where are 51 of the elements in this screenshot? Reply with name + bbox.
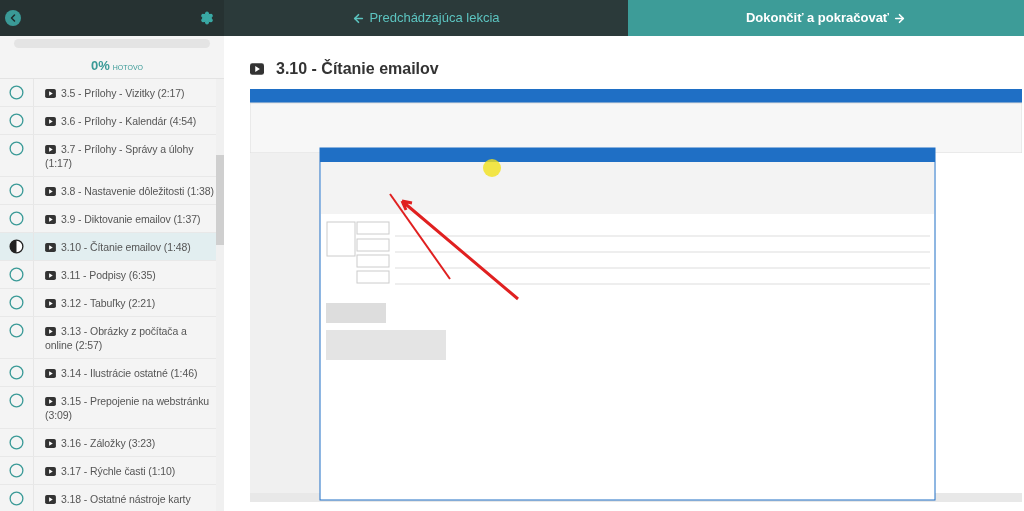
lesson-item[interactable]: 3.9 - Diktovanie emailov (1:37): [0, 205, 216, 233]
video-icon: [45, 214, 56, 224]
lesson-item[interactable]: 3.13 - Obrázky z počítača a online (2:57): [0, 317, 216, 359]
lesson-item[interactable]: 3.12 - Tabuľky (2:21): [0, 289, 216, 317]
lesson-title: 3.11 - Podpisy (6:35): [34, 261, 156, 288]
lesson-title: 3.6 - Prílohy - Kalendár (4:54): [34, 107, 197, 134]
lesson-title: 3.17 - Rýchle časti (1:10): [34, 457, 176, 484]
lesson-item[interactable]: 3.14 - Ilustrácie ostatné (1:46): [0, 359, 216, 387]
lesson-item[interactable]: 3.10 - Čítanie emailov (1:48): [0, 233, 216, 261]
settings-icon[interactable]: [200, 11, 214, 25]
lesson-title: 3.5 - Prílohy - Vizitky (2:17): [34, 79, 185, 106]
video-frame-drawing[interactable]: [250, 89, 1022, 502]
video-icon: [45, 326, 56, 336]
video-icon: [45, 368, 56, 378]
lesson-title: 3.9 - Diktovanie emailov (1:37): [34, 205, 201, 232]
video-icon: [45, 494, 56, 504]
lesson-item[interactable]: 3.11 - Podpisy (6:35): [0, 261, 216, 289]
lesson-item[interactable]: 3.6 - Prílohy - Kalendár (4:54): [0, 107, 216, 135]
lesson-title: 3.10 - Čítanie emailov (1:48): [34, 233, 191, 260]
lesson-title: 3.15 - Prepojenie na webstránku (3:09): [44, 393, 211, 423]
video-icon: [45, 88, 56, 98]
lesson-title: 3.7 - Prílohy - Správy a úlohy (1:17): [44, 141, 195, 171]
lesson-item[interactable]: 3.15 - Prepojenie na webstránku (3:09): [0, 387, 216, 429]
lesson-title: 3.14 - Ilustrácie ostatné (1:46): [34, 359, 198, 386]
previous-lesson-button[interactable]: Predchádzajúca lekcia: [224, 0, 628, 36]
video-icon: [45, 438, 56, 448]
video-icon: [45, 270, 56, 280]
scrollbar-thumb[interactable]: [216, 155, 224, 245]
lesson-item[interactable]: 3.17 - Rýchle časti (1:10): [0, 457, 216, 485]
lesson-title: 3.16 - Záložky (3:23): [34, 429, 156, 456]
lesson-item[interactable]: 3.7 - Prílohy - Správy a úlohy (1:17): [0, 135, 216, 177]
video-icon: [45, 242, 56, 252]
lesson-title: 3.12 - Tabuľky (2:21): [34, 289, 156, 316]
video-icon: [45, 144, 56, 154]
arrow-left-icon: [352, 11, 366, 25]
lesson-item[interactable]: 3.16 - Záložky (3:23): [0, 429, 216, 457]
back-button[interactable]: [5, 10, 21, 26]
lesson-title: 3.13 - Obrázky z počítača a online (2:57): [44, 323, 188, 353]
progress-percent: 0%: [91, 56, 110, 75]
lesson-item[interactable]: 3.5 - Prílohy - Vizitky (2:17): [0, 79, 216, 107]
lesson-title-heading: 3.10 - Čítanie emailov: [276, 58, 439, 79]
video-icon: [45, 186, 56, 196]
video-icon: [45, 466, 56, 476]
video-icon: [45, 298, 56, 308]
video-icon: [45, 396, 56, 406]
arrow-right-icon: [893, 11, 907, 25]
video-icon: [250, 63, 264, 75]
lesson-title: 3.8 - Nastavenie dôležitosti (1:38): [34, 177, 214, 204]
lesson-item[interactable]: 3.8 - Nastavenie dôležitosti (1:38): [0, 177, 216, 205]
video-icon: [45, 116, 56, 126]
lesson-title: 3.18 - Ostatné nástroje karty: [34, 485, 191, 511]
